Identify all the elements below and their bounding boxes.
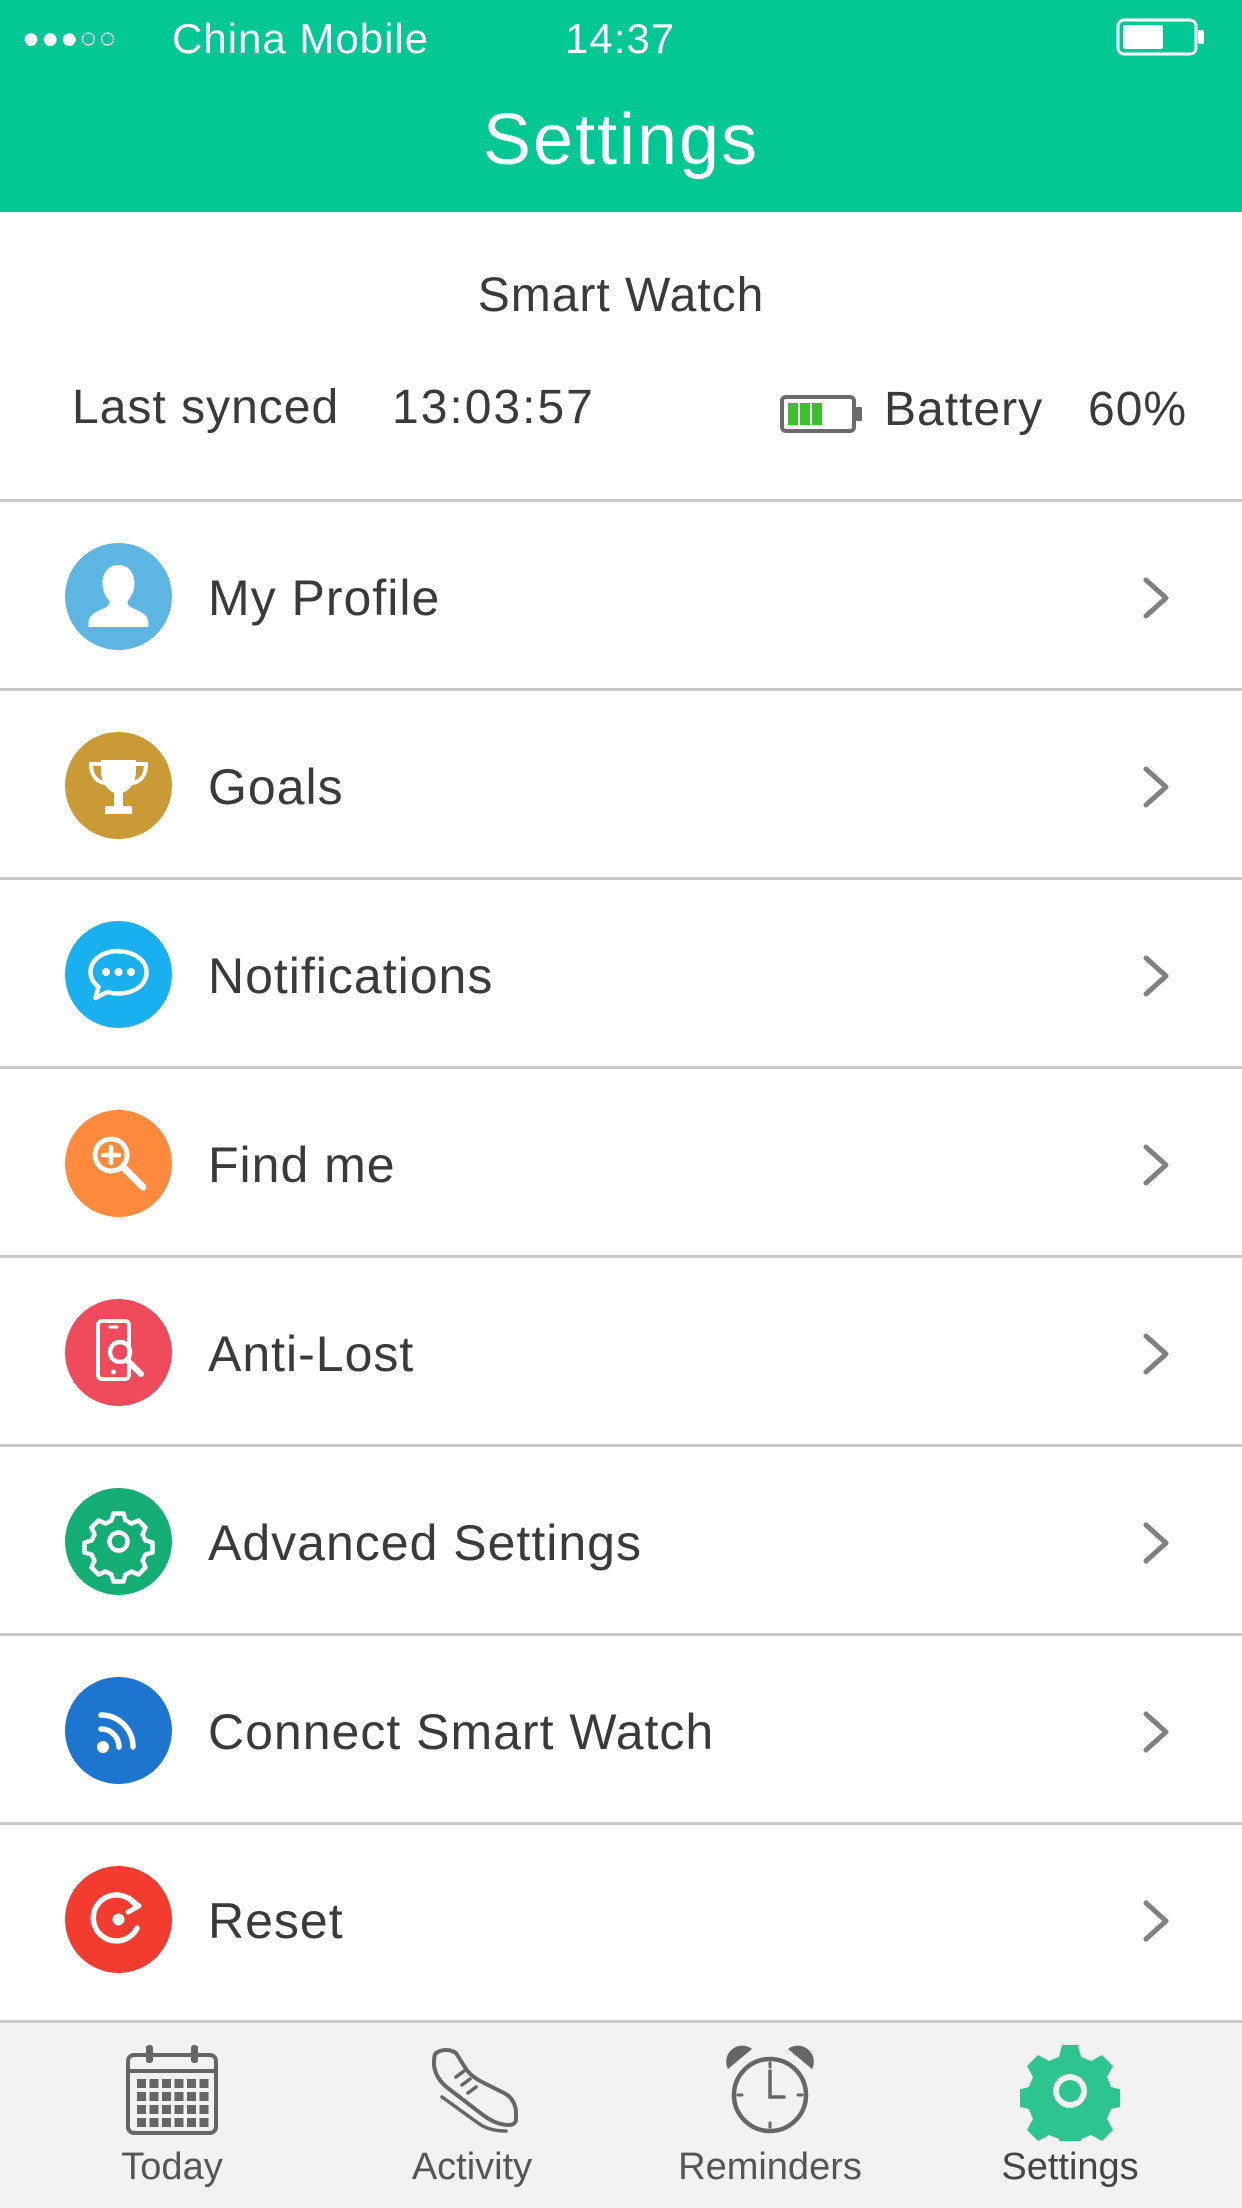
menu-item-label: Find me [208, 1137, 396, 1193]
last-synced-label: Last synced [72, 381, 340, 434]
carrier-name: China Mobile [172, 15, 430, 62]
menu-item-label: My Profile [208, 570, 441, 626]
phone-battery-icon [1116, 18, 1204, 56]
battery-bar [788, 403, 798, 425]
app-screen: ●●●○○ China Mobile 14:37 Settings Smart … [0, 0, 1242, 2208]
chevron-right-icon [1143, 577, 1169, 619]
gear-icon [65, 1488, 172, 1595]
chevron-right-icon [1143, 955, 1169, 997]
reset-icon [65, 1866, 172, 1973]
tab-reminders[interactable]: Reminders [620, 2023, 920, 2208]
menu-item-label: Notifications [208, 948, 494, 1004]
chevron-right-icon [1143, 1333, 1169, 1375]
device-info-panel: Smart Watch Last synced 13:03:57 Battery… [0, 212, 1242, 502]
calendar-icon [126, 2045, 218, 2135]
menu-item-connect-smart-watch[interactable]: Connect Smart Watch [0, 1636, 1242, 1825]
menu-item-goals[interactable]: Goals [0, 691, 1242, 880]
page-title: Settings [482, 100, 760, 180]
battery-value: 60% [1088, 383, 1188, 436]
phone-search-icon [65, 1299, 172, 1406]
menu-item-anti-lost[interactable]: Anti-Lost [0, 1258, 1242, 1447]
profile-icon [65, 543, 172, 650]
settings-menu-list: My Profile Goals Notifications Find me A… [0, 502, 1242, 2014]
battery-label: Battery [884, 383, 1044, 436]
device-name: Smart Watch [477, 269, 765, 322]
chevron-right-icon [1143, 1900, 1169, 1942]
tab-label: Activity [411, 2146, 533, 2188]
battery-bar [800, 403, 810, 425]
watch-battery-icon [780, 395, 862, 433]
tab-today[interactable]: Today [22, 2023, 322, 2208]
chevron-right-icon [1143, 1522, 1169, 1564]
menu-item-label: Goals [208, 759, 344, 815]
last-synced-time: 13:03:57 [392, 381, 595, 434]
tab-label: Reminders [678, 2146, 862, 2188]
alarm-clock-icon [726, 2045, 814, 2134]
menu-item-label: Advanced Settings [208, 1515, 642, 1571]
status-time: 14:37 [565, 15, 676, 62]
menu-item-label: Connect Smart Watch [208, 1704, 715, 1760]
menu-item-label: Reset [208, 1893, 344, 1949]
battery-bar [812, 403, 822, 425]
sneaker-icon [432, 2048, 518, 2133]
trophy-icon [65, 732, 172, 839]
zoom-search-icon [65, 1110, 172, 1217]
bottom-tab-bar: Today Activity Reminders Settings [0, 2020, 1242, 2208]
signal-strength-indicator: ●●●○○ [22, 22, 118, 55]
header-bar: ●●●○○ China Mobile 14:37 Settings [0, 0, 1242, 212]
menu-item-find-me[interactable]: Find me [0, 1069, 1242, 1258]
tab-label: Settings [1001, 2146, 1139, 2188]
menu-item-reset[interactable]: Reset [0, 1825, 1242, 2014]
wireless-icon [65, 1677, 172, 1784]
chevron-right-icon [1143, 766, 1169, 808]
chat-bubble-icon [65, 921, 172, 1028]
menu-item-my-profile[interactable]: My Profile [0, 502, 1242, 691]
chevron-right-icon [1143, 1144, 1169, 1186]
chevron-right-icon [1143, 1711, 1169, 1753]
menu-item-notifications[interactable]: Notifications [0, 880, 1242, 1069]
menu-item-label: Anti-Lost [208, 1326, 415, 1382]
gear-icon [1020, 2045, 1120, 2141]
menu-item-advanced-settings[interactable]: Advanced Settings [0, 1447, 1242, 1636]
tab-settings[interactable]: Settings [920, 2023, 1220, 2208]
status-bar: ●●●○○ China Mobile 14:37 [0, 0, 1242, 76]
tab-label: Today [121, 2146, 223, 2188]
tab-activity[interactable]: Activity [322, 2023, 622, 2208]
